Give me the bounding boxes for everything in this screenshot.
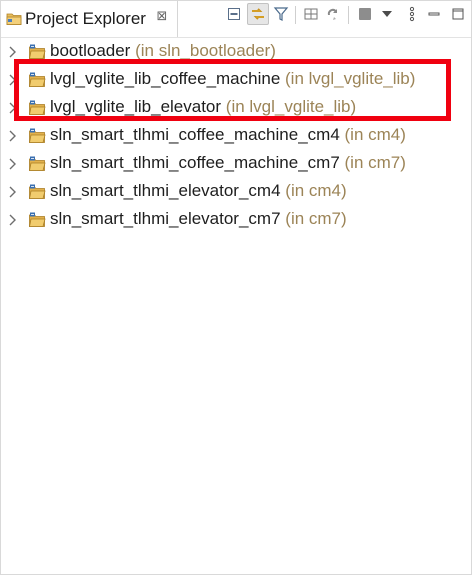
- project-explorer-view: Project Explorer ⊠ bootloader (in sln_bo…: [0, 0, 472, 575]
- link-with-editor-button[interactable]: [247, 3, 269, 25]
- project-name: sln_smart_tlhmi_coffee_machine_cm4: [50, 125, 340, 144]
- project-context: (in cm7): [285, 209, 347, 228]
- tree-item-label: lvgl_vglite_lib_coffee_machine (in lvgl_…: [50, 69, 415, 89]
- maximize-button[interactable]: [447, 3, 469, 25]
- sync-button[interactable]: [322, 3, 344, 25]
- project-folder-icon: [29, 44, 46, 59]
- project-name: sln_smart_tlhmi_elevator_cm7: [50, 209, 281, 228]
- chevron-right-icon[interactable]: [7, 157, 17, 171]
- project-name: lvgl_vglite_lib_coffee_machine: [50, 69, 281, 88]
- stop-icon: [359, 8, 371, 20]
- tree-item-sln-smart-tlhmi-elevator-cm7[interactable]: sln_smart_tlhmi_elevator_cm7 (in cm7): [1, 206, 471, 234]
- filter-button[interactable]: [270, 3, 292, 25]
- minimize-button[interactable]: [423, 3, 445, 25]
- filter-icon: [273, 7, 289, 21]
- folder-icon: [6, 13, 22, 25]
- project-name: lvgl_vglite_lib_elevator: [50, 97, 222, 116]
- project-context: (in cm7): [344, 153, 406, 172]
- tree-item-lvgl-vglite-lib-coffee-machine[interactable]: lvgl_vglite_lib_coffee_machine (in lvgl_…: [1, 66, 471, 94]
- toolbar-separator: [348, 6, 349, 24]
- more-options-button[interactable]: [401, 3, 423, 25]
- chevron-right-icon[interactable]: [7, 45, 17, 59]
- project-name: sln_smart_tlhmi_coffee_machine_cm7: [50, 153, 340, 172]
- project-context: (in lvgl_vglite_lib): [285, 69, 416, 88]
- tab-project-explorer[interactable]: Project Explorer ⊠: [1, 1, 178, 37]
- project-name: sln_smart_tlhmi_elevator_cm4: [50, 181, 281, 200]
- project-context: (in cm4): [344, 125, 406, 144]
- project-folder-icon: [29, 128, 46, 143]
- view-header: Project Explorer ⊠: [1, 1, 471, 38]
- chevron-right-icon[interactable]: [7, 101, 17, 115]
- tree-item-label: sln_smart_tlhmi_elevator_cm7 (in cm7): [50, 209, 347, 229]
- chevron-right-icon[interactable]: [7, 129, 17, 143]
- view-menu-button[interactable]: [376, 3, 398, 25]
- project-folder-icon: [29, 100, 46, 115]
- minimize-icon: [428, 12, 440, 16]
- project-folder-icon: [29, 156, 46, 171]
- tree-item-sln-smart-tlhmi-coffee-machine-cm4[interactable]: sln_smart_tlhmi_coffee_machine_cm4 (in c…: [1, 122, 471, 150]
- tree-item-sln-smart-tlhmi-elevator-cm4[interactable]: sln_smart_tlhmi_elevator_cm4 (in cm4): [1, 178, 471, 206]
- tree-item-label: sln_smart_tlhmi_coffee_machine_cm4 (in c…: [50, 125, 406, 145]
- tree-item-sln-smart-tlhmi-coffee-machine-cm7[interactable]: sln_smart_tlhmi_coffee_machine_cm7 (in c…: [1, 150, 471, 178]
- group-by-button[interactable]: [300, 3, 322, 25]
- sync-icon: [327, 8, 338, 20]
- close-icon[interactable]: ⊠: [155, 9, 169, 23]
- view-title: Project Explorer: [25, 9, 146, 28]
- project-context: (in lvgl_vglite_lib): [225, 97, 357, 116]
- toolbar-separator: [295, 6, 296, 24]
- view-menu-icon: [382, 11, 392, 17]
- chevron-right-icon[interactable]: [7, 185, 17, 199]
- tree-item-lvgl-vglite-lib-elevator[interactable]: lvgl_vglite_lib_elevator (in lvgl_vglite…: [1, 94, 471, 122]
- collapse-all-icon: [228, 8, 240, 20]
- project-folder-icon: [29, 72, 46, 87]
- tree-item-label: bootloader (in sln_bootloader): [50, 41, 276, 61]
- stop-button[interactable]: [354, 3, 376, 25]
- more-options-icon: [409, 6, 415, 22]
- project-folder-icon: [29, 212, 46, 227]
- maximize-icon: [452, 8, 464, 20]
- project-context: (in sln_bootloader): [135, 41, 276, 60]
- project-context: (in cm4): [285, 181, 347, 200]
- tree-item-label: sln_smart_tlhmi_coffee_machine_cm7 (in c…: [50, 153, 406, 173]
- tree-item-label: sln_smart_tlhmi_elevator_cm4 (in cm4): [50, 181, 347, 201]
- group-by-icon: [304, 8, 318, 20]
- collapse-all-button[interactable]: [223, 3, 245, 25]
- link-with-editor-icon: [252, 8, 264, 20]
- chevron-right-icon[interactable]: [7, 73, 17, 87]
- tree-item-label: lvgl_vglite_lib_elevator (in lvgl_vglite…: [50, 97, 356, 117]
- tree-item-bootloader[interactable]: bootloader (in sln_bootloader): [1, 38, 471, 66]
- project-name: bootloader: [50, 41, 131, 60]
- chevron-right-icon[interactable]: [7, 213, 17, 227]
- project-folder-icon: [29, 184, 46, 199]
